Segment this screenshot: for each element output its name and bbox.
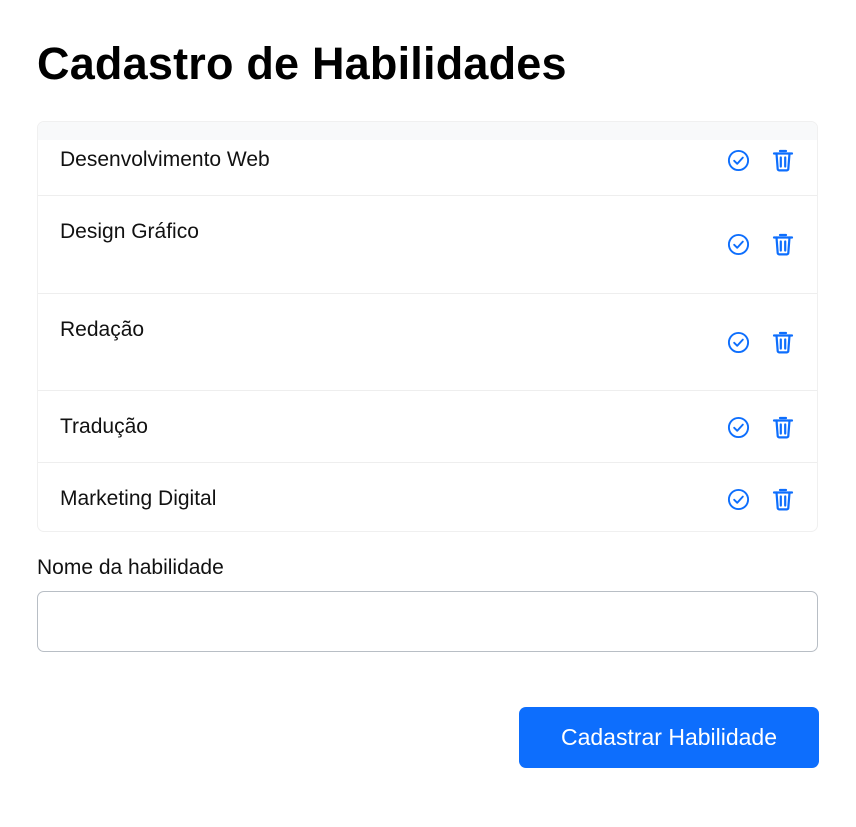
list-item: Marketing Digital (38, 462, 817, 531)
check-circle-icon[interactable] (725, 414, 751, 440)
register-skill-button[interactable]: Cadastrar Habilidade (519, 707, 819, 768)
page-title: Cadastro de Habilidades (37, 38, 567, 89)
check-circle-icon[interactable] (725, 147, 751, 173)
skill-name-input[interactable] (37, 591, 818, 652)
trash-icon[interactable] (770, 414, 796, 440)
list-item: Design Gráfico (38, 195, 817, 293)
list-item: Tradução (38, 390, 817, 462)
skill-name: Marketing Digital (60, 487, 217, 510)
skill-name: Design Gráfico (60, 220, 199, 243)
trash-icon[interactable] (770, 147, 796, 173)
skill-name: Redação (60, 318, 145, 341)
skills-list: Desenvolvimento Web Design Gráfico Redaç… (37, 121, 818, 532)
skill-name: Desenvolvimento Web (60, 148, 270, 171)
trash-icon[interactable] (770, 486, 796, 512)
list-item: Desenvolvimento Web (38, 122, 817, 195)
check-circle-icon[interactable] (725, 329, 751, 355)
trash-icon[interactable] (770, 231, 796, 257)
skill-name: Tradução (60, 415, 148, 438)
check-circle-icon[interactable] (725, 486, 751, 512)
trash-icon[interactable] (770, 329, 796, 355)
check-circle-icon[interactable] (725, 231, 751, 257)
list-item: Redação (38, 293, 817, 390)
skill-name-label: Nome da habilidade (37, 556, 224, 579)
